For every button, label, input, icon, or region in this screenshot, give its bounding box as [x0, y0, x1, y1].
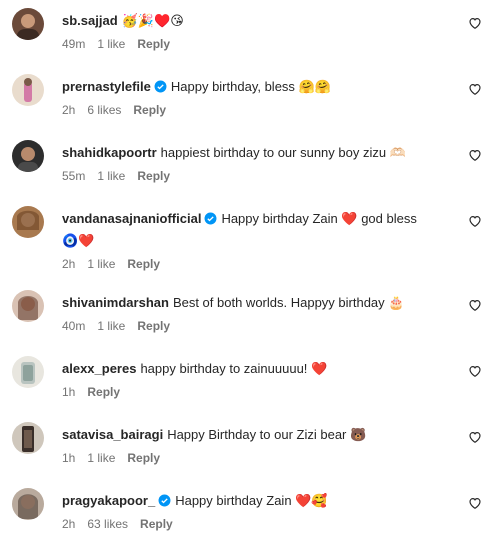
heart-outline-icon[interactable] — [468, 214, 482, 228]
comment-item: alexx_peres happy birthday to zainuuuuu! … — [0, 356, 492, 406]
avatar[interactable] — [12, 290, 44, 322]
comment-text-continued: 🧿❤️ — [62, 233, 95, 248]
comment-likes[interactable]: 6 likes — [87, 103, 121, 117]
reply-button[interactable]: Reply — [137, 319, 170, 333]
heart-outline-icon[interactable] — [468, 298, 482, 312]
comment-username[interactable]: alexx_peres — [62, 361, 136, 376]
verified-badge-icon — [158, 494, 171, 507]
comment-item: satavisa_bairagi Happy Birthday to our Zi… — [0, 422, 492, 472]
comment-likes[interactable]: 1 like — [87, 257, 115, 271]
comment-item: prernastylefile Happy birthday, bless 🤗🤗 … — [0, 74, 492, 124]
comment-text: 🥳🎉♥️😘 — [121, 13, 184, 28]
comment-text: Best of both worlds. Happyy birthday 🎂 — [172, 295, 405, 310]
comment-text: Happy birthday Zain ❤️ god bless — [221, 211, 417, 226]
comment-username[interactable]: shahidkapoortr — [62, 145, 157, 160]
avatar[interactable] — [12, 8, 44, 40]
comment-username[interactable]: satavisa_bairagi — [62, 427, 163, 442]
verified-badge-icon — [154, 80, 167, 93]
comment-item: vandanasajnaniofficial Happy birthday Zai… — [0, 206, 492, 274]
comment-likes[interactable]: 1 like — [97, 169, 125, 183]
comment-text: Happy Birthday to our Zizi bear 🐻 — [167, 427, 367, 442]
verified-badge-icon — [204, 212, 217, 225]
comment-likes[interactable]: 63 likes — [87, 517, 128, 531]
comment-time[interactable]: 1h — [62, 385, 75, 399]
comment-time[interactable]: 40m — [62, 319, 85, 333]
comment-likes[interactable]: 1 like — [97, 319, 125, 333]
reply-button[interactable]: Reply — [137, 37, 170, 51]
comment-text: Happy birthday Zain ❤️🥰 — [175, 493, 328, 508]
comment-text: Happy birthday, bless 🤗🤗 — [170, 79, 331, 94]
comment-username[interactable]: sb.sajjad — [62, 13, 118, 28]
comment-item: pragyakapoor_ Happy birthday Zain ❤️🥰 2h 6… — [0, 488, 492, 538]
reply-button[interactable]: Reply — [127, 257, 160, 271]
comment-time[interactable]: 2h — [62, 103, 75, 117]
reply-button[interactable]: Reply — [137, 169, 170, 183]
heart-outline-icon[interactable] — [468, 82, 482, 96]
comment-time[interactable]: 55m — [62, 169, 85, 183]
comment-likes[interactable]: 1 like — [97, 37, 125, 51]
heart-outline-icon[interactable] — [468, 430, 482, 444]
comment-username[interactable]: shivanimdarshan — [62, 295, 169, 310]
comment-username[interactable]: vandanasajnaniofficial — [62, 211, 201, 226]
heart-outline-icon[interactable] — [468, 148, 482, 162]
comment-text: happiest birthday to our sunny boy zizu … — [160, 145, 406, 160]
avatar[interactable] — [12, 206, 44, 238]
comment-username[interactable]: pragyakapoor_ — [62, 493, 155, 508]
comment-item: shahidkapoortr happiest birthday to our s… — [0, 140, 492, 190]
comments-list: sb.sajjad 🥳🎉♥️😘 49m 1 like Reply prernastyl… — [0, 0, 492, 547]
comment-text: happy birthday to zainuuuuu! ❤️ — [140, 361, 328, 376]
heart-outline-icon[interactable] — [468, 496, 482, 510]
comment-time[interactable]: 49m — [62, 37, 85, 51]
heart-outline-icon[interactable] — [468, 364, 482, 378]
reply-button[interactable]: Reply — [140, 517, 173, 531]
heart-outline-icon[interactable] — [468, 16, 482, 30]
comment-item: sb.sajjad 🥳🎉♥️😘 49m 1 like Reply — [0, 8, 492, 58]
avatar[interactable] — [12, 488, 44, 520]
reply-button[interactable]: Reply — [127, 451, 160, 465]
comment-item: shivanimdarshan Best of both worlds. Happ… — [0, 290, 492, 340]
avatar[interactable] — [12, 140, 44, 172]
reply-button[interactable]: Reply — [87, 385, 120, 399]
avatar[interactable] — [12, 422, 44, 454]
avatar[interactable] — [12, 74, 44, 106]
comment-time[interactable]: 1h — [62, 451, 75, 465]
comment-time[interactable]: 2h — [62, 517, 75, 531]
comment-time[interactable]: 2h — [62, 257, 75, 271]
avatar[interactable] — [12, 356, 44, 388]
reply-button[interactable]: Reply — [133, 103, 166, 117]
comment-likes[interactable]: 1 like — [87, 451, 115, 465]
comment-username[interactable]: prernastylefile — [62, 79, 151, 94]
